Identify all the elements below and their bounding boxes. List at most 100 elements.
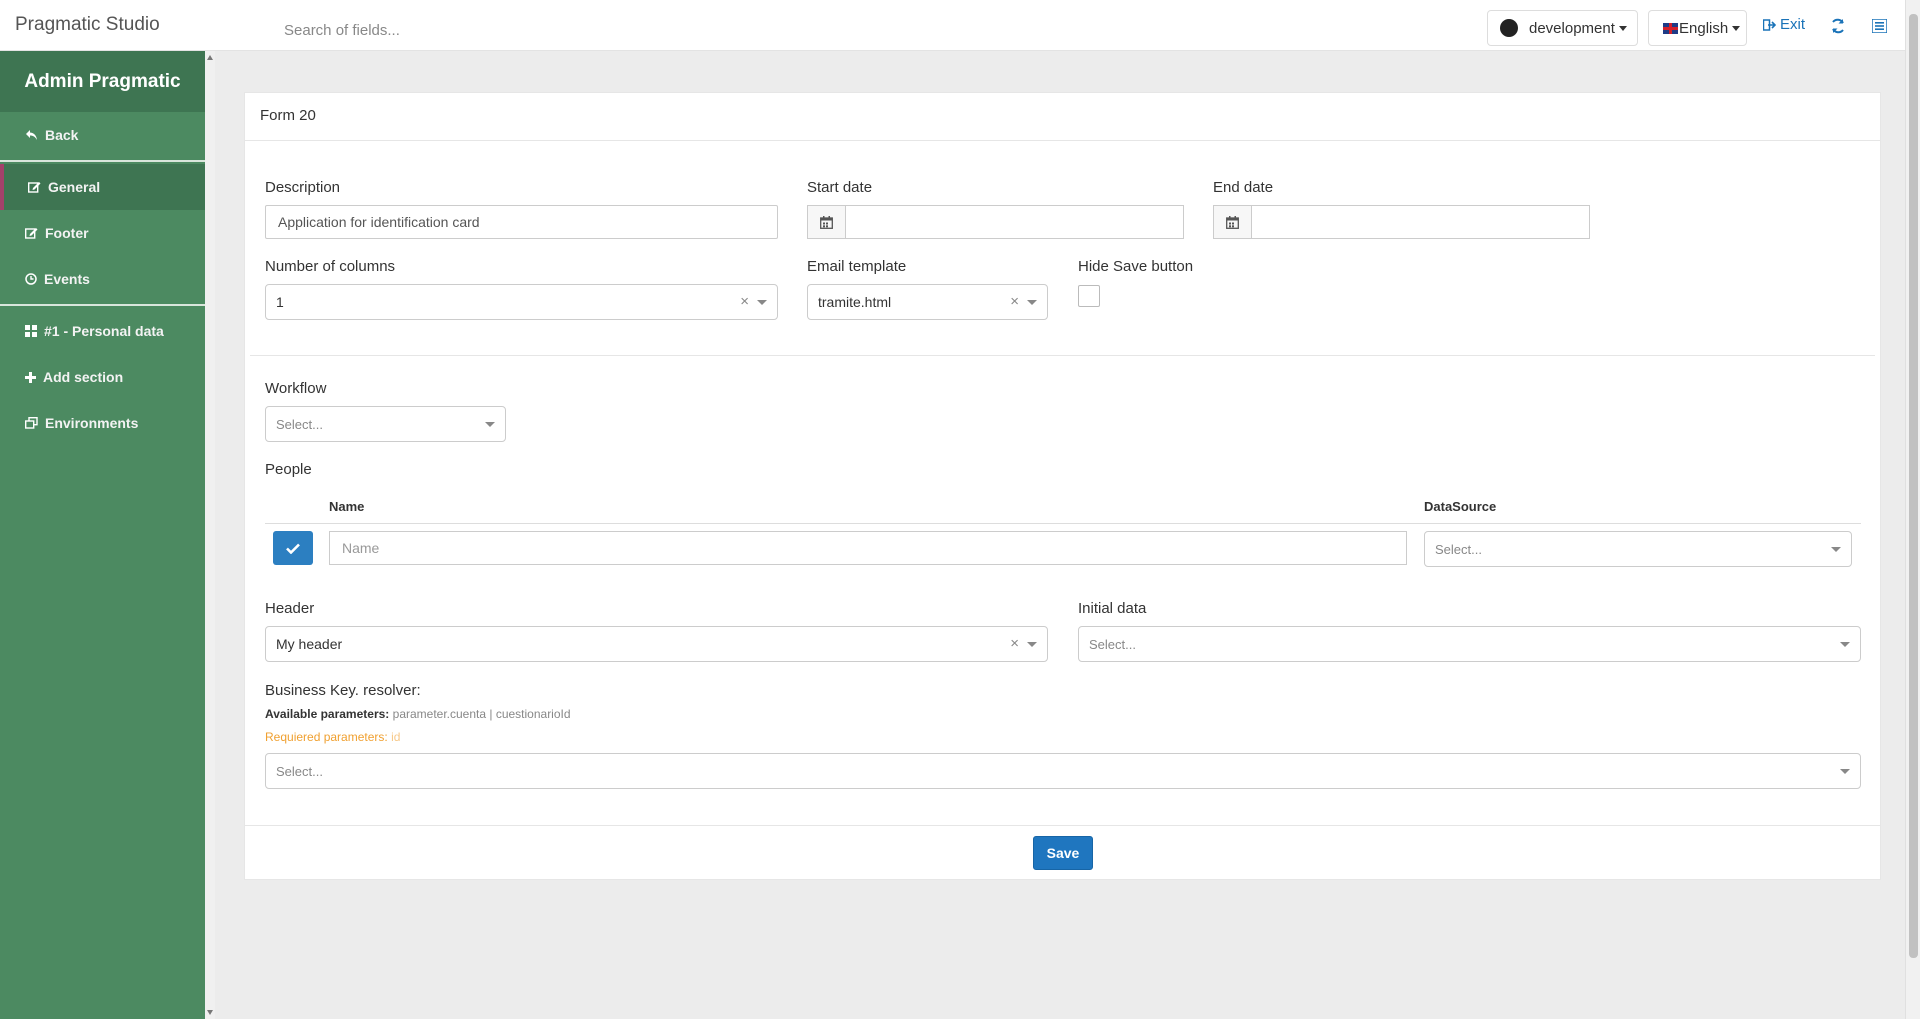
start-date-label: Start date <box>807 179 873 196</box>
plus-icon <box>25 371 36 383</box>
hide-save-label: Hide Save button <box>1078 258 1194 275</box>
uk-flag-icon <box>1663 22 1678 34</box>
chevron-down-icon <box>1732 25 1741 31</box>
hide-save-checkbox[interactable] <box>1078 285 1100 307</box>
clear-icon[interactable]: × <box>1010 293 1019 310</box>
language-dropdown[interactable]: English <box>1648 10 1747 46</box>
initial-data-placeholder: Select... <box>1089 636 1136 652</box>
environment-status-icon <box>1500 19 1518 37</box>
list-menu-icon[interactable] <box>1872 19 1887 33</box>
sidebar-scrollbar[interactable] <box>205 51 215 1019</box>
sidebar-title: Admin Pragmatic <box>0 51 205 112</box>
environment-label: development <box>1529 19 1615 37</box>
exit-button[interactable]: Exit <box>1763 16 1805 33</box>
workflow-label: Workflow <box>265 380 327 397</box>
email-template-label: Email template <box>807 258 907 275</box>
grid-icon <box>25 325 37 337</box>
form-title: Form 20 <box>245 93 1880 141</box>
sidebar-divider <box>0 304 205 306</box>
edit-icon <box>25 228 38 239</box>
person-datasource-select[interactable]: Select... <box>1424 531 1852 567</box>
sidebar-item-add-section[interactable]: Add section <box>0 354 205 400</box>
person-name-input[interactable] <box>329 531 1407 565</box>
language-label: English <box>1679 19 1729 37</box>
chevron-down-icon <box>1840 769 1850 774</box>
sidebar-item-footer[interactable]: Footer <box>0 210 205 256</box>
save-button[interactable]: Save <box>1033 836 1093 870</box>
app-title[interactable]: Pragmatic Studio <box>15 14 160 36</box>
end-date-input[interactable] <box>1252 205 1590 239</box>
refresh-icon[interactable] <box>1830 18 1846 34</box>
clear-icon[interactable]: × <box>740 293 749 310</box>
sidebar-item-back[interactable]: Back <box>0 112 205 158</box>
scroll-down-icon[interactable] <box>207 1010 213 1015</box>
divider <box>250 355 1875 356</box>
business-key-placeholder: Select... <box>276 763 323 779</box>
description-label: Description <box>265 179 341 196</box>
sign-out-icon <box>1763 18 1776 31</box>
sidebar-item-personal-data[interactable]: #1 - Personal data <box>0 308 205 354</box>
clear-icon[interactable]: × <box>1010 635 1019 652</box>
workflow-placeholder: Select... <box>276 416 323 432</box>
business-key-select[interactable]: Select... <box>265 753 1861 789</box>
header-value: My header <box>276 636 343 652</box>
sidebar: Admin Pragmatic Back General Footer Even… <box>0 51 205 1019</box>
exit-label: Exit <box>1780 16 1806 33</box>
chevron-down-icon <box>1840 642 1850 647</box>
available-parameters-label: Available parameters: <box>265 707 390 721</box>
end-date-calendar-button[interactable] <box>1213 205 1252 239</box>
start-date-calendar-button[interactable] <box>807 205 846 239</box>
columns-value: 1 <box>276 294 284 310</box>
header-select[interactable]: My header × <box>265 626 1048 662</box>
chevron-down-icon <box>1027 642 1037 647</box>
workflow-select[interactable]: Select... <box>265 406 506 442</box>
windows-icon <box>25 417 38 429</box>
chevron-down-icon <box>485 422 495 427</box>
top-navbar: Pragmatic Studio development English Exi… <box>0 0 1905 51</box>
calendar-icon <box>820 215 833 229</box>
required-parameters-label: Requiered parameters: <box>265 730 388 744</box>
confirm-person-button[interactable] <box>273 531 313 565</box>
sidebar-item-label: Footer <box>45 225 89 241</box>
initial-data-select[interactable]: Select... <box>1078 626 1861 662</box>
chevron-down-icon <box>1618 25 1627 31</box>
people-col-datasource: DataSource <box>1424 499 1497 514</box>
footer-divider <box>245 825 1880 826</box>
environment-dropdown[interactable]: development <box>1487 10 1638 46</box>
sidebar-item-events[interactable]: Events <box>0 256 205 302</box>
sidebar-item-label: #1 - Personal data <box>44 323 164 339</box>
sidebar-item-label: General <box>48 179 101 195</box>
initial-data-label: Initial data <box>1078 600 1147 617</box>
check-icon <box>286 543 300 554</box>
start-date-input[interactable] <box>846 205 1184 239</box>
sidebar-item-label: Environments <box>45 415 139 431</box>
reply-icon <box>26 130 37 140</box>
email-template-select[interactable]: tramite.html × <box>807 284 1048 320</box>
clock-icon <box>25 273 37 285</box>
chevron-down-icon <box>1027 300 1037 305</box>
email-template-value: tramite.html <box>818 294 892 310</box>
sidebar-item-label: Events <box>44 271 90 287</box>
business-key-label: Business Key. resolver: <box>265 682 421 699</box>
sidebar-item-label: Add section <box>43 369 124 385</box>
sidebar-divider <box>0 160 205 162</box>
required-parameters: Requiered parameters: id <box>265 730 400 744</box>
sidebar-item-general[interactable]: General <box>0 164 205 210</box>
scrollbar-thumb[interactable] <box>1909 14 1918 958</box>
search-input[interactable] <box>276 10 696 50</box>
people-label: People <box>265 461 312 478</box>
form-panel: Form 20 Description Application for iden… <box>244 92 1881 880</box>
available-parameters: Available parameters: parameter.cuenta |… <box>265 707 571 721</box>
datasource-placeholder: Select... <box>1435 541 1482 557</box>
sidebar-item-environments[interactable]: Environments <box>0 400 205 446</box>
chevron-down-icon <box>757 300 767 305</box>
edit-icon <box>28 182 41 193</box>
required-parameters-values: id <box>391 730 401 744</box>
people-col-name: Name <box>329 499 365 514</box>
calendar-icon <box>1226 215 1239 229</box>
header-label: Header <box>265 600 315 617</box>
page-scrollbar[interactable] <box>1905 0 1920 1019</box>
columns-select[interactable]: 1 × <box>265 284 778 320</box>
description-input[interactable]: Application for identification card <box>265 205 778 239</box>
scroll-up-icon[interactable] <box>207 55 213 60</box>
